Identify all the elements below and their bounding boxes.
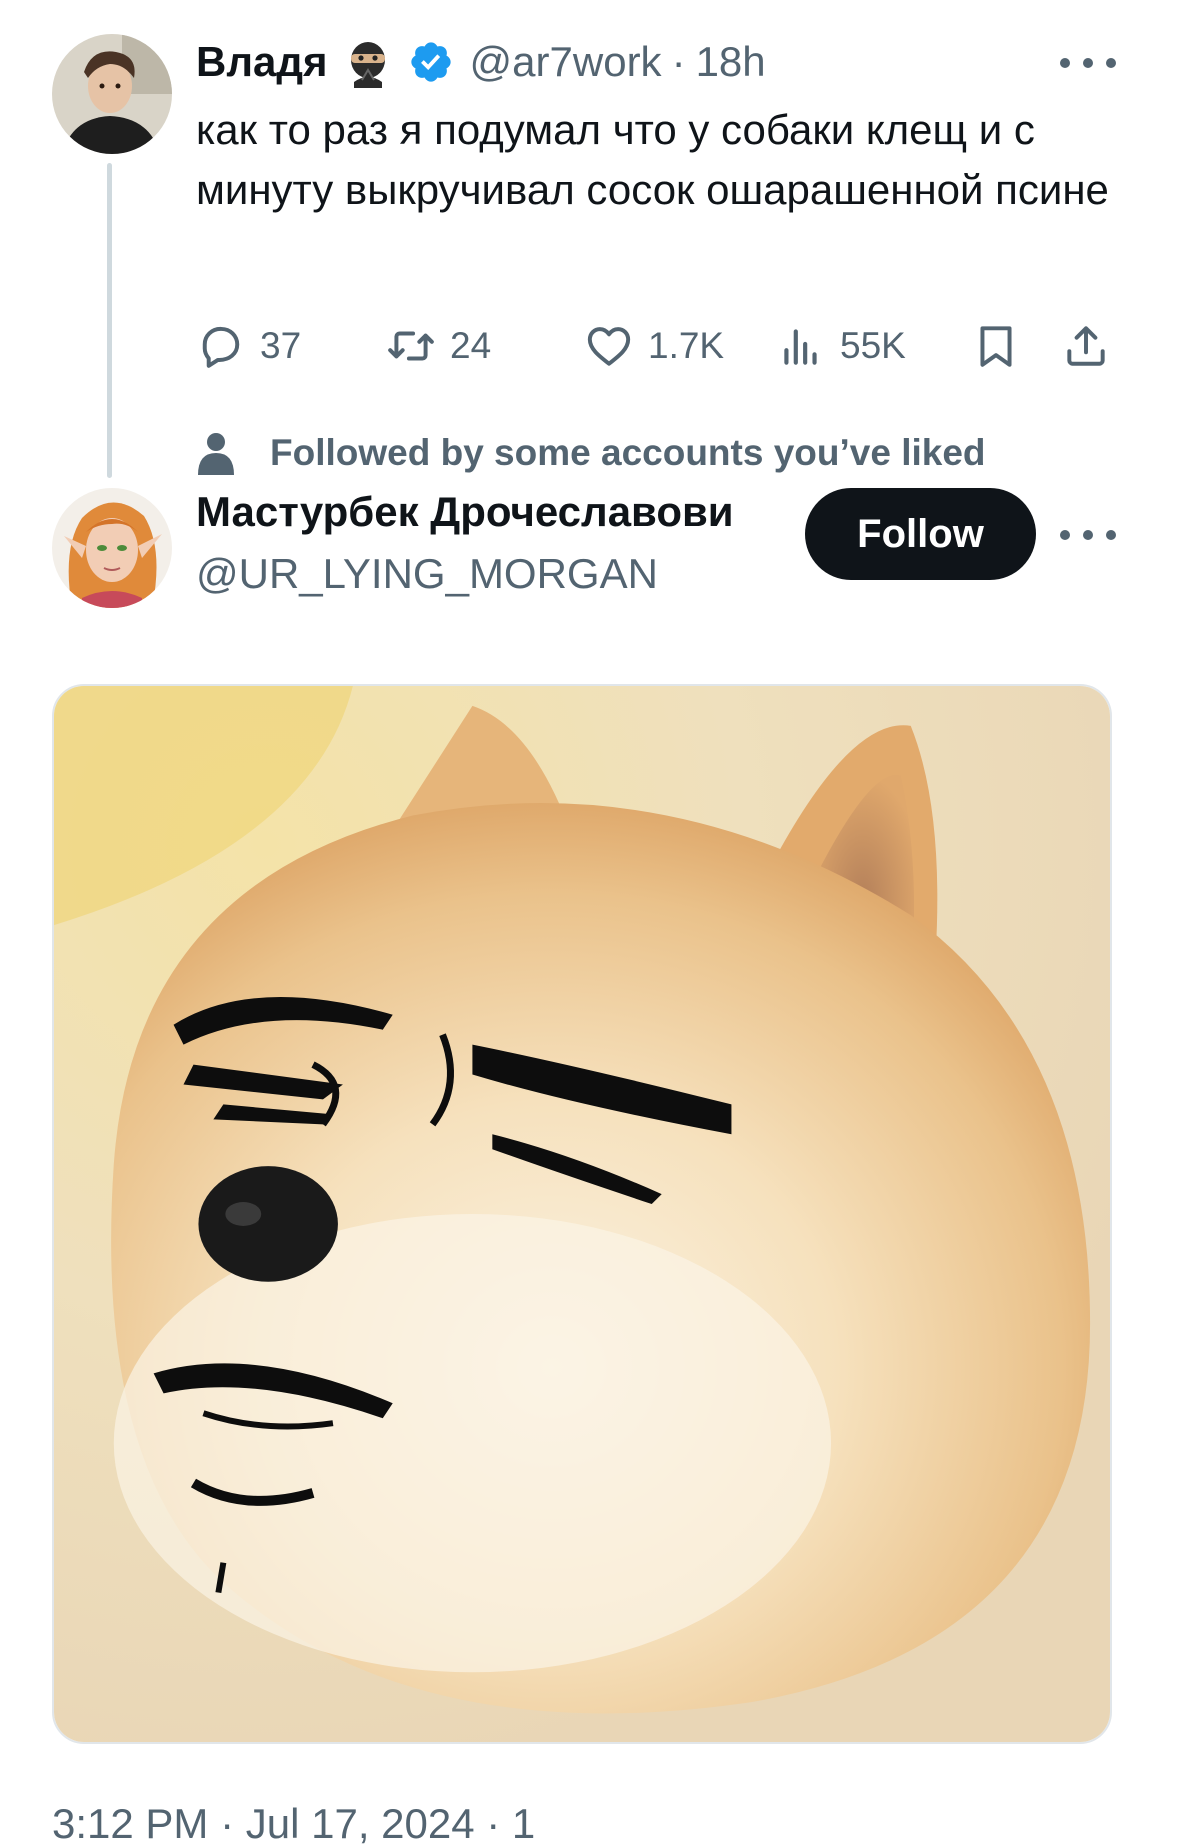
verified-badge-icon: [410, 42, 451, 82]
views-button[interactable]: 55K: [776, 318, 906, 374]
reply-count: 37: [260, 325, 302, 366]
tweet-timestamp-partial: 3:12 PM · Jul 17, 2024 · 1: [52, 1800, 536, 1847]
reply-author-name[interactable]: Мастурбек Дрочеславови: [196, 488, 734, 536]
more-options-icon[interactable]: [1060, 48, 1116, 78]
social-context: Followed by some accounts you’ve liked: [196, 428, 986, 478]
tweet-time[interactable]: 18h: [696, 38, 766, 86]
share-icon: [1067, 326, 1105, 366]
retweet-button[interactable]: 24: [386, 318, 491, 374]
views-count: 55K: [840, 325, 906, 366]
tweet-header: Владя @ar7work · 18h: [196, 34, 766, 90]
reply-button[interactable]: 37: [196, 318, 301, 374]
reply-icon: [202, 326, 240, 368]
share-button[interactable]: [1061, 318, 1111, 374]
tweet-actions: 37 24 1.7K 55K: [196, 318, 1131, 374]
bookmark-icon: [980, 326, 1012, 367]
like-button[interactable]: 1.7K: [584, 318, 724, 374]
like-count: 1.7K: [648, 325, 725, 366]
ninja-emoji-icon: [350, 42, 385, 88]
bookmark-button[interactable]: [971, 318, 1021, 374]
tweet-text: как то раз я подумал что у собаки клещ и…: [196, 106, 1109, 213]
retweet-icon: [388, 331, 434, 361]
author-avatar[interactable]: [52, 34, 172, 154]
author-name[interactable]: Владя: [196, 38, 328, 86]
social-context-text: Followed by some accounts you’ve liked: [270, 432, 986, 473]
reply-more-options-icon[interactable]: [1060, 520, 1116, 550]
author-handle[interactable]: @ar7work: [470, 38, 662, 86]
follow-button[interactable]: Follow: [805, 488, 1036, 580]
doge-meme-image[interactable]: [52, 684, 1112, 1744]
reply-author-handle[interactable]: @UR_LYING_MORGAN: [196, 550, 658, 598]
retweet-count: 24: [450, 325, 492, 366]
separator-dot: ·: [671, 38, 686, 85]
heart-icon: [587, 327, 631, 366]
reply-author-avatar[interactable]: [52, 488, 172, 608]
person-icon: [198, 433, 234, 475]
thread-line: [107, 163, 112, 478]
analytics-icon: [784, 329, 817, 365]
